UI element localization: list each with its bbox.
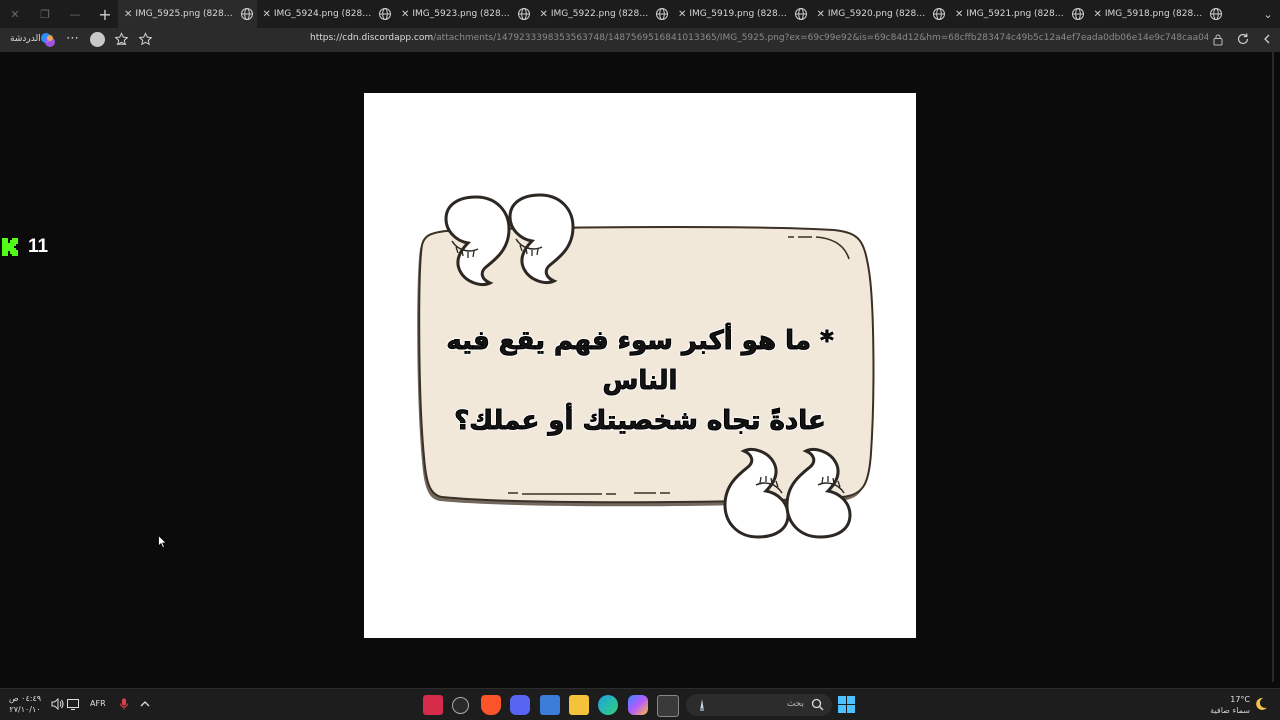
url-field[interactable]: https://cdn.discordapp.com/attachments/1… — [310, 33, 1208, 47]
mouse-pointer-icon — [158, 535, 168, 549]
close-tab-icon[interactable]: ✕ — [263, 9, 271, 20]
restore-window-icon[interactable]: ❐ — [30, 0, 60, 28]
globe-icon — [517, 8, 530, 20]
discord-icon[interactable] — [510, 695, 530, 715]
globe-icon — [933, 8, 945, 20]
add-favorite-icon[interactable] — [138, 32, 153, 47]
weather-widget[interactable]: 17°C سماء صافية — [1206, 694, 1250, 716]
address-bar: الدردشة ⋯ https://cdn.discordapp.com/att… — [0, 28, 1280, 52]
displayed-image: * ما هو أكبر سوء فهم يقع فيه الناس عادةً… — [364, 93, 916, 638]
moon-icon — [1256, 697, 1267, 710]
browser-tab[interactable]: ✕IMG_5918.png (828×830) — [1088, 0, 1227, 28]
windows-start-icon[interactable] — [838, 696, 855, 713]
close-window-icon[interactable]: ✕ — [0, 0, 30, 28]
volume-icon[interactable] — [50, 697, 64, 711]
browser-tab[interactable]: ✕IMG_5921.png (828×813) — [949, 0, 1088, 28]
tab-list-menu-icon[interactable]: ⌄ — [1256, 0, 1280, 28]
new-tab-button[interactable]: + — [92, 0, 118, 28]
vivaldi-icon[interactable] — [423, 695, 443, 715]
microphone-icon[interactable] — [117, 697, 131, 711]
chevron-up-icon[interactable] — [138, 697, 152, 711]
search-icon — [811, 698, 824, 711]
browser-tab[interactable]: ✕IMG_5925.png (828×828) — [118, 0, 257, 28]
tab-title: IMG_5924.png (828×810) — [273, 9, 373, 19]
url-host: https://cdn.discordapp.com — [310, 33, 434, 43]
side-counter: 11 — [2, 236, 48, 258]
globe-icon — [794, 8, 807, 20]
store-icon[interactable] — [540, 695, 560, 715]
file-explorer-icon[interactable] — [569, 695, 589, 715]
close-tab-icon[interactable]: ✕ — [678, 9, 686, 20]
clock[interactable]: ٠٤:٤٩ ص ٢٧/١٠/١٠ — [8, 693, 42, 715]
search-placeholder: بحث — [786, 699, 804, 709]
search-highlight-icon — [700, 699, 704, 711]
weather-condition: سماء صافية — [1210, 706, 1250, 715]
globe-icon — [656, 8, 668, 20]
brave-icon[interactable] — [481, 695, 501, 715]
tab-title: IMG_5923.png (828×841) — [412, 9, 511, 19]
tab-strip: ✕ ❐ — + ✕IMG_5925.png (828×828)✕IMG_5924… — [0, 0, 1280, 28]
tab-list: ✕IMG_5925.png (828×828)✕IMG_5924.png (82… — [118, 0, 1226, 28]
clock-date: ٢٧/١٠/١٠ — [9, 705, 41, 714]
side-count-value: 11 — [28, 236, 49, 257]
copilot-icon[interactable] — [628, 695, 648, 715]
close-tab-icon[interactable]: ✕ — [401, 9, 409, 20]
more-options-icon[interactable]: ⋯ — [66, 31, 79, 46]
clock-time: ٠٤:٤٩ ص — [8, 694, 42, 703]
chat-button-label[interactable]: الدردشة — [10, 34, 41, 44]
search-box[interactable]: بحث — [686, 694, 832, 716]
back-arrow-icon[interactable] — [1262, 33, 1274, 45]
edge-icon[interactable] — [598, 695, 618, 715]
close-tab-icon[interactable]: ✕ — [817, 9, 825, 20]
question-line-1: * ما هو أكبر سوء فهم يقع فيه الناس — [446, 326, 834, 397]
tab-title: IMG_5921.png (828×813) — [966, 9, 1065, 19]
question-text: * ما هو أكبر سوء فهم يقع فيه الناس عادةً… — [424, 321, 856, 441]
browser-tab[interactable]: ✕IMG_5920.png (828×820) — [811, 0, 950, 28]
browser-tab[interactable]: ✕IMG_5922.png (828×837) — [534, 0, 673, 28]
minimize-window-icon[interactable]: — — [60, 0, 90, 28]
globe-icon — [240, 8, 253, 20]
image-viewer: 11 * ما هو أكبر سوء فهم يقع فيه الناس عا… — [0, 52, 1280, 686]
tab-title: IMG_5919.png (828×792) — [689, 9, 788, 19]
browser-tab[interactable]: ✕IMG_5923.png (828×841) — [395, 0, 534, 28]
question-line-2: عادةً تجاه شخصيتك أو عملك؟ — [454, 406, 827, 437]
close-tab-icon[interactable]: ✕ — [955, 9, 963, 20]
refresh-icon[interactable] — [1236, 32, 1250, 46]
temperature: 17°C — [1230, 695, 1250, 704]
close-tab-icon[interactable]: ✕ — [1094, 9, 1102, 20]
globe-icon — [1071, 8, 1084, 20]
tab-title: IMG_5922.png (828×837) — [550, 9, 650, 19]
copilot-icon[interactable] — [40, 32, 56, 48]
scrollbar[interactable] — [1272, 52, 1274, 682]
globe-icon — [379, 8, 391, 20]
close-tab-icon[interactable]: ✕ — [124, 9, 132, 20]
tab-title: IMG_5920.png (828×820) — [827, 9, 927, 19]
site-info-icon[interactable] — [1212, 33, 1224, 46]
window-icon[interactable] — [657, 695, 679, 717]
url-path: /attachments/1479233398353563748/1487569… — [433, 33, 1208, 43]
k-logo-icon — [2, 238, 18, 256]
globe-icon — [1210, 8, 1222, 20]
browser-tab[interactable]: ✕IMG_5924.png (828×810) — [257, 0, 396, 28]
browser-tab[interactable]: ✕IMG_5919.png (828×792) — [672, 0, 811, 28]
network-icon[interactable] — [66, 697, 80, 711]
tab-title: IMG_5925.png (828×828) — [135, 9, 234, 19]
profile-avatar[interactable] — [90, 32, 105, 47]
taskbar: ٠٤:٤٩ ص ٢٧/١٠/١٠ AFR بحث 17°C سماء صافية — [0, 688, 1280, 720]
language-indicator[interactable]: AFR — [90, 699, 106, 708]
favorites-icon[interactable] — [114, 32, 129, 47]
tab-title: IMG_5918.png (828×830) — [1104, 9, 1204, 19]
task-icon[interactable] — [452, 697, 469, 714]
close-tab-icon[interactable]: ✕ — [540, 9, 548, 20]
